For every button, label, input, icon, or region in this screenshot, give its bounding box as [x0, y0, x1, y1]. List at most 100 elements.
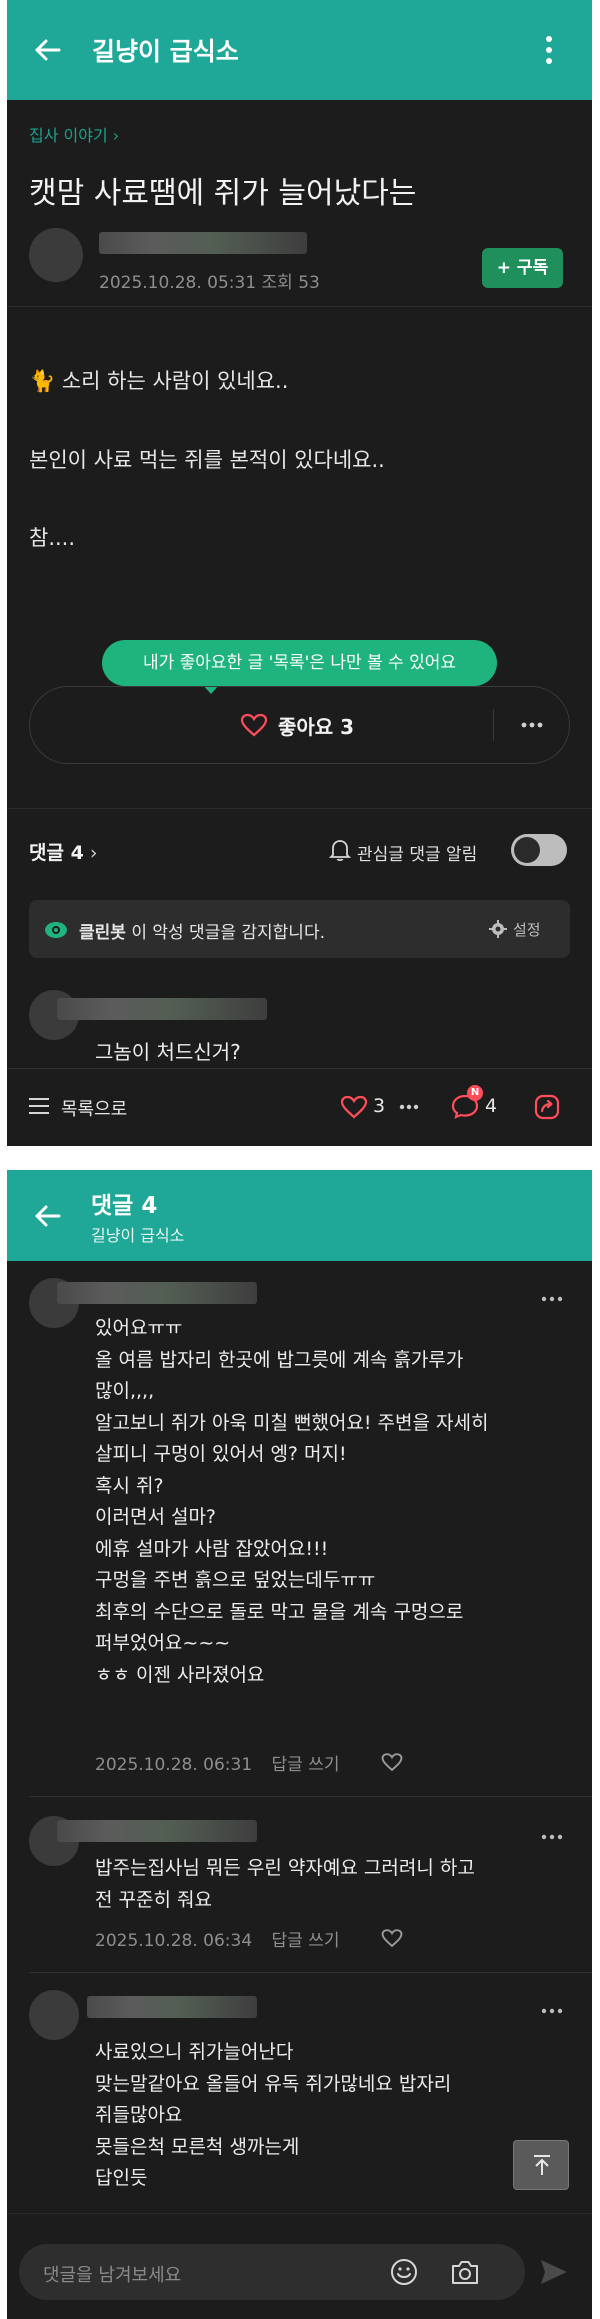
comment-line: 맞는말같아요 올들어 유독 쥐가많네요 밥자리	[95, 2072, 452, 2095]
like-box: 좋아요 3	[29, 686, 570, 764]
author-name[interactable]	[99, 232, 307, 254]
toggle-knob	[514, 837, 540, 863]
cleanbot-settings-link[interactable]: 설정	[513, 919, 541, 940]
category-label: 집사 이야기	[29, 126, 108, 145]
send-icon[interactable]	[539, 2258, 569, 2286]
commenter-name[interactable]	[87, 1996, 257, 2018]
bottom-bar: 목록으로 3 N 4	[7, 1068, 592, 1146]
divider	[29, 1972, 592, 1973]
more-horizontal-icon[interactable]	[399, 1103, 419, 1111]
cleanbot-text: 클린봇 이 악성 댓글을 감지합니다.	[79, 918, 325, 943]
comment-line: 살피니 구멍이 있어서 엥? 머지!	[95, 1443, 347, 1465]
chevron-right-icon: ›	[112, 126, 120, 145]
comment-line: 이러면서 설마?	[95, 1506, 217, 1528]
cleanbot-icon	[45, 922, 67, 938]
share-icon[interactable]	[533, 1093, 561, 1121]
scroll-top-button[interactable]	[513, 2140, 569, 2190]
comment-body: 있어요ㅠㅠ 올 여름 밥자리 한곳에 밥그릇에 계속 흙가루가 많이,,,, 알…	[95, 1314, 575, 1689]
app-bar: 댓글 4 길냥이 급식소	[7, 1170, 592, 1261]
like-button-label[interactable]: 좋아요 3	[278, 711, 354, 740]
cleanbot-description: 이 악성 댓글을 감지합니다.	[131, 923, 325, 943]
comment-line: 있어요ㅠㅠ	[95, 1317, 183, 1339]
category-breadcrumb[interactable]: 집사 이야기 ›	[29, 122, 119, 146]
post-title: 캣맘 사료땜에 쥐가 늘어났다는	[29, 176, 417, 211]
divider	[7, 306, 592, 307]
post-screen: 길냥이 급식소 집사 이야기 › 캣맘 사료땜에 쥐가 늘어났다는 2025.1…	[7, 0, 592, 1146]
comments-link[interactable]: 댓글 4 ›	[29, 838, 97, 865]
commenter-avatar[interactable]	[29, 1990, 79, 2040]
comments-screen: 댓글 4 길냥이 급식소 있어요ㅠㅠ 올 여름 밥자리 한곳에 밥그릇에 계속 …	[7, 1170, 592, 2319]
back-arrow-icon[interactable]	[31, 1200, 63, 1232]
comments-title: 댓글 4	[91, 1193, 158, 1219]
comment-line: ㅎㅎ 이젠 사라졌어요	[95, 1663, 265, 1686]
heart-outline-icon[interactable]	[381, 1928, 403, 1948]
comment-line: 알고보니 쥐가 아욱 미칠 뻔했어요! 주변을 자세히	[95, 1411, 489, 1434]
more-horizontal-icon[interactable]	[541, 2008, 563, 2014]
subscribe-button[interactable]: + 구독	[482, 248, 563, 288]
like-count: 3	[373, 1095, 386, 1117]
comment-line: 많이,,,,	[95, 1380, 155, 1402]
new-comment-badge: N	[467, 1085, 483, 1101]
preview-comment-text: 그놈이 처드신거?	[95, 1040, 241, 1064]
comment-body: 밥주는집사님 뭐든 우린 약자예요 그러려니 하고 전 꾸준히 줘요	[95, 1854, 575, 1914]
comment-input-placeholder: 댓글을 남겨보세요	[43, 2265, 182, 2286]
post-date: 2025.10.28. 05:31	[99, 273, 257, 293]
divider	[493, 709, 494, 741]
comment-line: 구멍을 주변 흙으로 덮었는데두ㅠㅠ	[95, 1569, 376, 1591]
commenter-name[interactable]	[57, 1282, 257, 1304]
more-horizontal-icon[interactable]	[541, 1834, 563, 1840]
comment-line: 쥐들많아요	[95, 2104, 183, 2126]
comment-meta: 2025.10.28. 06:34 답글 쓰기	[95, 1926, 340, 1951]
list-icon[interactable]	[29, 1097, 49, 1115]
comment-line: 최후의 수단으로 돌로 막고 물을 계속 구멍으로	[95, 1600, 464, 1623]
arrow-up-icon	[534, 2155, 550, 2175]
heart-outline-icon[interactable]	[340, 1095, 368, 1119]
app-bar: 길냥이 급식소	[7, 0, 592, 100]
comment-line: 밥주는집사님 뭐든 우린 약자예요 그러려니 하고	[95, 1857, 475, 1879]
comment-line: 혹시 쥐?	[95, 1474, 164, 1497]
cleanbot-banner: 클린봇 이 악성 댓글을 감지합니다. 설정	[29, 900, 570, 958]
cafe-subtitle: 길냥이 급식소	[91, 1226, 185, 1245]
comment-count: 4	[485, 1095, 498, 1117]
back-to-list-button[interactable]: 목록으로	[61, 1095, 127, 1121]
comment-line: 올 여름 밥자리 한곳에 밥그릇에 계속 흙가루가	[95, 1348, 464, 1371]
post-body-line: 참....	[29, 526, 76, 550]
comment-meta: 2025.10.28. 06:31 답글 쓰기	[95, 1750, 340, 1775]
comment-alert-label: 관심글 댓글 알림	[357, 845, 478, 865]
comments-count-label: 댓글 4	[29, 842, 84, 864]
post-views: 조회 53	[261, 273, 320, 293]
comment-line: 퍼부었어요~~~	[95, 1632, 231, 1654]
comment-input-bar: 댓글을 남겨보세요	[7, 2213, 592, 2319]
cleanbot-name: 클린봇	[79, 923, 126, 943]
more-vertical-icon[interactable]	[542, 34, 556, 66]
comment-date: 2025.10.28. 06:34	[95, 1931, 253, 1951]
camera-icon[interactable]	[449, 2257, 481, 2287]
comment-alert-toggle[interactable]	[511, 834, 567, 866]
back-arrow-icon[interactable]	[31, 34, 63, 66]
comment-line: 에휴 설마가 사람 잡았어요!!!	[95, 1537, 329, 1560]
gear-icon[interactable]	[489, 920, 507, 938]
cafe-title[interactable]: 길냥이 급식소	[92, 32, 239, 68]
post-meta: 2025.10.28. 05:31 조회 53	[99, 268, 320, 293]
comment-line: 사료있으니 쥐가늘어난다	[95, 2041, 294, 2063]
reply-button[interactable]: 답글 쓰기	[272, 1931, 340, 1951]
comment-input-field[interactable]: 댓글을 남겨보세요	[19, 2244, 525, 2300]
post-body-line: 본인이 사료 먹는 쥐를 본적이 있다네요..	[29, 448, 385, 472]
comment-line: 못들은척 모른척 생까는게	[95, 2135, 300, 2158]
comment-line: 답인듯	[95, 2167, 148, 2189]
heart-outline-icon[interactable]	[381, 1752, 403, 1772]
comment-body: 사료있으니 쥐가늘어난다 맞는말같아요 올들어 유독 쥐가많네요 밥자리 쥐들많…	[95, 2038, 575, 2192]
reply-button[interactable]: 답글 쓰기	[272, 1755, 340, 1775]
commenter-name[interactable]	[57, 1820, 257, 1842]
emoji-icon[interactable]	[389, 2257, 419, 2287]
more-horizontal-icon[interactable]	[541, 1296, 563, 1302]
divider	[29, 1796, 592, 1797]
post-body-line: 🐈 소리 하는 사람이 있네요..	[29, 369, 289, 393]
heart-outline-icon[interactable]	[240, 713, 268, 737]
commenter-name[interactable]	[57, 998, 267, 1020]
comment-date: 2025.10.28. 06:31	[95, 1755, 253, 1775]
bell-icon	[329, 840, 351, 862]
author-avatar[interactable]	[29, 228, 83, 282]
more-horizontal-icon[interactable]	[520, 721, 544, 729]
divider	[7, 808, 592, 809]
